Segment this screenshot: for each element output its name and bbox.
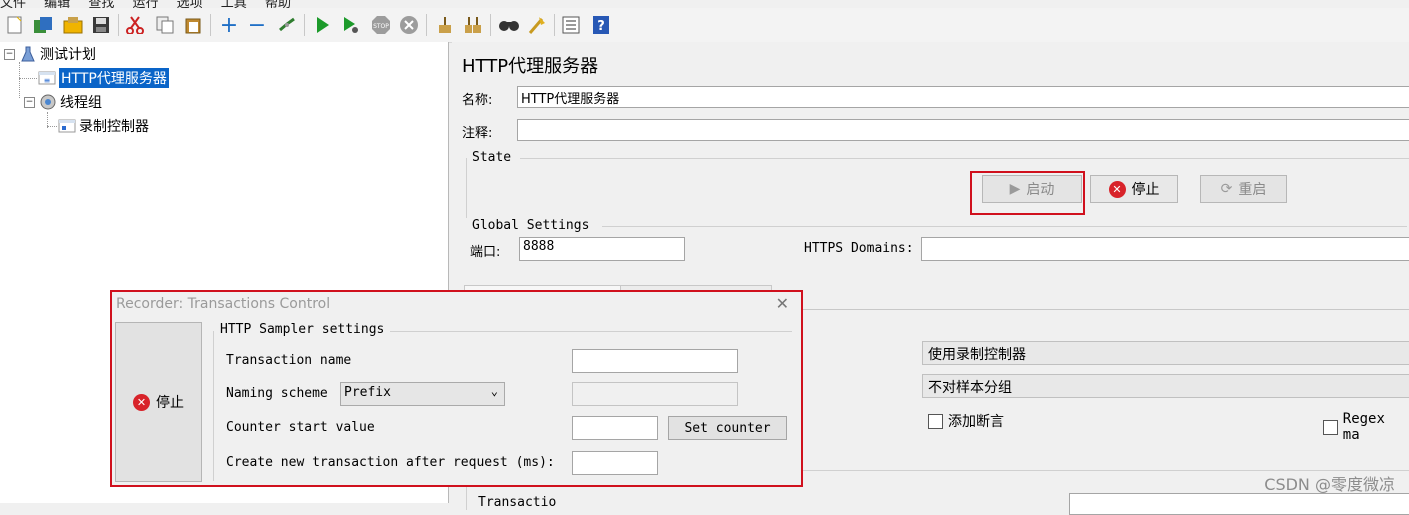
grouping-select[interactable]: 不对样本分组 <box>922 374 1409 398</box>
svg-text:?: ? <box>597 19 605 34</box>
https-domains-field[interactable] <box>921 237 1409 261</box>
expand-icon[interactable]: + <box>218 13 240 38</box>
add-assertions-checkbox[interactable]: 添加断言 <box>928 411 1004 431</box>
controller-icon <box>58 117 76 135</box>
port-field[interactable]: 8888 <box>519 237 685 261</box>
start-icon[interactable] <box>312 14 334 36</box>
svg-text:≡: ≡ <box>44 76 51 85</box>
restart-button[interactable]: ⟳ 重启 <box>1200 175 1287 203</box>
tree-item-label: 录制控制器 <box>79 119 149 135</box>
http-sampler-settings-group: HTTP Sampler settings Transaction name N… <box>208 322 796 482</box>
grouping-value: 不对样本分组 <box>928 380 1012 396</box>
naming-format-input <box>572 382 738 406</box>
collapse-toggle-icon[interactable]: − <box>4 48 15 60</box>
tree-item-label: 测试计划 <box>40 47 96 63</box>
shutdown-icon[interactable] <box>398 14 420 36</box>
https-domains-label: HTTPS Domains: <box>804 241 914 256</box>
stop-icon[interactable]: STOP <box>370 14 392 36</box>
test-plan-icon <box>19 45 37 63</box>
create-after-label: Create new transaction after request (ms… <box>226 455 555 470</box>
search-icon[interactable] <box>498 14 520 36</box>
templates-icon[interactable] <box>32 14 54 36</box>
start-no-pause-icon[interactable] <box>340 14 362 36</box>
global-settings-label: Global Settings <box>472 218 590 233</box>
dialog-stop-label: 停止 <box>156 395 184 411</box>
tree-item-test-plan[interactable]: − 测试计划 <box>4 44 96 64</box>
stop-button[interactable]: ✕ 停止 <box>1090 175 1178 203</box>
collapse-icon[interactable]: − <box>246 13 268 38</box>
toolbar: + − STOP ? <box>0 8 1409 43</box>
thread-group-icon <box>39 93 57 111</box>
comment-field[interactable] <box>517 119 1409 141</box>
target-controller-value: 使用录制控制器 <box>928 347 1026 363</box>
port-value: 8888 <box>523 239 555 254</box>
dialog-title: Recorder: Transactions Control <box>116 296 331 312</box>
menubar: 文件 编辑 查找 运行 选项 工具 帮助 <box>0 0 1409 11</box>
regex-matching-checkbox[interactable]: Regex ma <box>1323 411 1409 443</box>
save-icon[interactable] <box>90 14 112 36</box>
state-label: State <box>472 150 512 165</box>
create-after-input[interactable] <box>572 451 658 475</box>
naming-scheme-select[interactable]: Prefix ⌄ <box>340 382 505 406</box>
target-controller-select[interactable]: 使用录制控制器 <box>922 341 1409 365</box>
help-icon[interactable]: ? <box>590 14 612 36</box>
naming-scheme-label: Naming scheme <box>226 386 328 401</box>
tree-item-thread-group[interactable]: − 线程组 <box>24 92 102 112</box>
tree-item-recording-controller[interactable]: 录制控制器 <box>58 116 149 136</box>
close-icon[interactable]: ✕ <box>776 294 789 313</box>
group-label: HTTP Sampler settings <box>220 322 385 337</box>
watermark: CSDN @零度微凉 <box>1264 475 1395 494</box>
stop-icon: ✕ <box>1108 180 1126 198</box>
port-label: 端口: <box>470 245 501 260</box>
new-icon[interactable] <box>4 14 26 36</box>
add-assertions-label: 添加断言 <box>948 414 1004 430</box>
clear-icon[interactable] <box>434 14 456 36</box>
cut-icon[interactable] <box>124 14 146 36</box>
transaction-name-label: Transaction name <box>226 353 352 368</box>
name-field[interactable]: HTTP代理服务器 <box>517 86 1409 108</box>
name-label: 名称: <box>462 93 493 108</box>
counter-start-label: Counter start value <box>226 420 375 435</box>
chevron-down-icon: ⌄ <box>490 384 498 398</box>
tree-item-label: HTTP代理服务器 <box>59 68 169 88</box>
set-counter-button[interactable]: Set counter <box>668 416 787 440</box>
open-icon[interactable] <box>62 14 84 36</box>
restart-button-label: 重启 <box>1238 182 1267 198</box>
svg-text:STOP: STOP <box>373 23 389 30</box>
recorder-transactions-dialog: Recorder: Transactions Control ✕ ✕ 停止 HT… <box>110 290 803 487</box>
clear-all-icon[interactable] <box>462 14 484 36</box>
reset-search-icon[interactable] <box>526 14 548 36</box>
stop-button-label: 停止 <box>1131 182 1160 198</box>
toggle-icon[interactable] <box>276 14 298 36</box>
proxy-server-icon: ≡ <box>38 69 56 87</box>
checkbox-box <box>928 413 943 429</box>
tree-item-http-proxy[interactable]: ≡ HTTP代理服务器 <box>38 68 169 88</box>
name-value: HTTP代理服务器 <box>521 92 620 107</box>
regex-matching-label: Regex ma <box>1342 411 1385 443</box>
partial-field[interactable] <box>1069 493 1409 515</box>
comment-label: 注释: <box>462 126 493 141</box>
collapse-toggle-icon[interactable]: − <box>24 96 35 108</box>
paste-icon[interactable] <box>182 14 204 36</box>
checkbox-box <box>1323 419 1338 435</box>
tree-item-label: 线程组 <box>60 95 102 111</box>
function-helper-icon[interactable] <box>560 14 582 36</box>
stop-icon: ✕ <box>133 393 150 411</box>
highlight-start <box>970 171 1085 215</box>
restart-icon: ⟳ <box>1220 181 1233 197</box>
copy-icon[interactable] <box>154 14 176 36</box>
dialog-stop-button[interactable]: ✕ 停止 <box>115 322 202 482</box>
naming-scheme-value: Prefix <box>344 385 391 400</box>
counter-start-input[interactable] <box>572 416 658 440</box>
transaction-name-input[interactable] <box>572 349 738 373</box>
page-title: HTTP代理服务器 <box>462 56 599 77</box>
